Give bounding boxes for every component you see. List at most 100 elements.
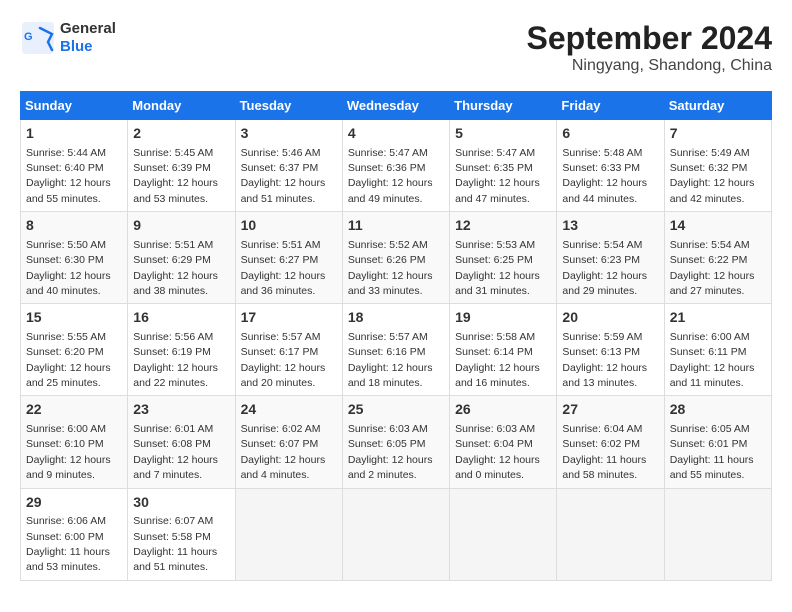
calendar-cell: 1 Sunrise: 5:44 AMSunset: 6:40 PMDayligh… (21, 120, 128, 212)
day-info: Sunrise: 5:44 AMSunset: 6:40 PMDaylight:… (26, 147, 111, 205)
calendar-cell: 20 Sunrise: 5:59 AMSunset: 6:13 PMDaylig… (557, 304, 664, 396)
day-info: Sunrise: 5:47 AMSunset: 6:35 PMDaylight:… (455, 147, 540, 205)
calendar-cell: 18 Sunrise: 5:57 AMSunset: 6:16 PMDaylig… (342, 304, 449, 396)
day-number: 27 (562, 400, 658, 420)
day-info: Sunrise: 6:03 AMSunset: 6:05 PMDaylight:… (348, 423, 433, 481)
calendar-cell: 10 Sunrise: 5:51 AMSunset: 6:27 PMDaylig… (235, 212, 342, 304)
calendar-cell: 29 Sunrise: 6:06 AMSunset: 6:00 PMDaylig… (21, 488, 128, 580)
calendar-cell: 28 Sunrise: 6:05 AMSunset: 6:01 PMDaylig… (664, 396, 771, 488)
calendar-cell: 22 Sunrise: 6:00 AMSunset: 6:10 PMDaylig… (21, 396, 128, 488)
calendar-cell (557, 488, 664, 580)
month-title: September 2024 (527, 20, 772, 57)
day-info: Sunrise: 5:45 AMSunset: 6:39 PMDaylight:… (133, 147, 218, 205)
day-number: 30 (133, 493, 229, 513)
day-number: 6 (562, 124, 658, 144)
calendar-week-row: 8 Sunrise: 5:50 AMSunset: 6:30 PMDayligh… (21, 212, 772, 304)
weekday-header-thursday: Thursday (450, 92, 557, 120)
day-number: 26 (455, 400, 551, 420)
calendar-cell: 13 Sunrise: 5:54 AMSunset: 6:23 PMDaylig… (557, 212, 664, 304)
day-info: Sunrise: 5:51 AMSunset: 6:29 PMDaylight:… (133, 239, 218, 297)
day-number: 19 (455, 308, 551, 328)
calendar-week-row: 29 Sunrise: 6:06 AMSunset: 6:00 PMDaylig… (21, 488, 772, 580)
logo-icon: G (20, 20, 56, 56)
calendar-cell: 17 Sunrise: 5:57 AMSunset: 6:17 PMDaylig… (235, 304, 342, 396)
weekday-header-monday: Monday (128, 92, 235, 120)
weekday-header-wednesday: Wednesday (342, 92, 449, 120)
calendar-week-row: 15 Sunrise: 5:55 AMSunset: 6:20 PMDaylig… (21, 304, 772, 396)
calendar-cell (664, 488, 771, 580)
day-info: Sunrise: 6:00 AMSunset: 6:10 PMDaylight:… (26, 423, 111, 481)
calendar-cell: 7 Sunrise: 5:49 AMSunset: 6:32 PMDayligh… (664, 120, 771, 212)
calendar-cell: 4 Sunrise: 5:47 AMSunset: 6:36 PMDayligh… (342, 120, 449, 212)
day-number: 21 (670, 308, 766, 328)
day-number: 4 (348, 124, 444, 144)
svg-text:G: G (24, 31, 33, 43)
day-number: 14 (670, 216, 766, 236)
calendar-week-row: 22 Sunrise: 6:00 AMSunset: 6:10 PMDaylig… (21, 396, 772, 488)
day-info: Sunrise: 6:00 AMSunset: 6:11 PMDaylight:… (670, 331, 755, 389)
weekday-header-saturday: Saturday (664, 92, 771, 120)
day-number: 13 (562, 216, 658, 236)
day-info: Sunrise: 5:51 AMSunset: 6:27 PMDaylight:… (241, 239, 326, 297)
day-number: 7 (670, 124, 766, 144)
day-number: 29 (26, 493, 122, 513)
day-info: Sunrise: 6:05 AMSunset: 6:01 PMDaylight:… (670, 423, 754, 481)
calendar-cell (450, 488, 557, 580)
day-number: 20 (562, 308, 658, 328)
day-info: Sunrise: 6:01 AMSunset: 6:08 PMDaylight:… (133, 423, 218, 481)
day-info: Sunrise: 5:54 AMSunset: 6:22 PMDaylight:… (670, 239, 755, 297)
calendar-cell: 26 Sunrise: 6:03 AMSunset: 6:04 PMDaylig… (450, 396, 557, 488)
day-number: 1 (26, 124, 122, 144)
day-info: Sunrise: 6:06 AMSunset: 6:00 PMDaylight:… (26, 515, 110, 573)
calendar-cell: 16 Sunrise: 5:56 AMSunset: 6:19 PMDaylig… (128, 304, 235, 396)
day-info: Sunrise: 6:03 AMSunset: 6:04 PMDaylight:… (455, 423, 540, 481)
day-number: 28 (670, 400, 766, 420)
day-info: Sunrise: 5:54 AMSunset: 6:23 PMDaylight:… (562, 239, 647, 297)
day-number: 2 (133, 124, 229, 144)
calendar-cell (342, 488, 449, 580)
calendar-table: SundayMondayTuesdayWednesdayThursdayFrid… (20, 91, 772, 581)
location-title: Ningyang, Shandong, China (527, 57, 772, 75)
logo: G GeneralBlue (20, 20, 116, 56)
day-number: 18 (348, 308, 444, 328)
calendar-cell: 6 Sunrise: 5:48 AMSunset: 6:33 PMDayligh… (557, 120, 664, 212)
calendar-cell: 2 Sunrise: 5:45 AMSunset: 6:39 PMDayligh… (128, 120, 235, 212)
day-number: 3 (241, 124, 337, 144)
weekday-header-sunday: Sunday (21, 92, 128, 120)
day-number: 11 (348, 216, 444, 236)
page-header: G GeneralBlue September 2024 Ningyang, S… (20, 20, 772, 75)
day-info: Sunrise: 5:56 AMSunset: 6:19 PMDaylight:… (133, 331, 218, 389)
calendar-cell: 19 Sunrise: 5:58 AMSunset: 6:14 PMDaylig… (450, 304, 557, 396)
day-info: Sunrise: 5:52 AMSunset: 6:26 PMDaylight:… (348, 239, 433, 297)
weekday-header-tuesday: Tuesday (235, 92, 342, 120)
day-info: Sunrise: 5:57 AMSunset: 6:17 PMDaylight:… (241, 331, 326, 389)
day-number: 23 (133, 400, 229, 420)
calendar-cell: 14 Sunrise: 5:54 AMSunset: 6:22 PMDaylig… (664, 212, 771, 304)
day-info: Sunrise: 5:53 AMSunset: 6:25 PMDaylight:… (455, 239, 540, 297)
calendar-week-row: 1 Sunrise: 5:44 AMSunset: 6:40 PMDayligh… (21, 120, 772, 212)
day-number: 17 (241, 308, 337, 328)
day-number: 5 (455, 124, 551, 144)
calendar-cell: 11 Sunrise: 5:52 AMSunset: 6:26 PMDaylig… (342, 212, 449, 304)
calendar-cell: 12 Sunrise: 5:53 AMSunset: 6:25 PMDaylig… (450, 212, 557, 304)
calendar-cell: 9 Sunrise: 5:51 AMSunset: 6:29 PMDayligh… (128, 212, 235, 304)
day-number: 16 (133, 308, 229, 328)
calendar-cell: 21 Sunrise: 6:00 AMSunset: 6:11 PMDaylig… (664, 304, 771, 396)
calendar-cell: 5 Sunrise: 5:47 AMSunset: 6:35 PMDayligh… (450, 120, 557, 212)
calendar-cell: 24 Sunrise: 6:02 AMSunset: 6:07 PMDaylig… (235, 396, 342, 488)
calendar-cell: 15 Sunrise: 5:55 AMSunset: 6:20 PMDaylig… (21, 304, 128, 396)
calendar-cell: 30 Sunrise: 6:07 AMSunset: 5:58 PMDaylig… (128, 488, 235, 580)
day-info: Sunrise: 6:02 AMSunset: 6:07 PMDaylight:… (241, 423, 326, 481)
title-block: September 2024 Ningyang, Shandong, China (527, 20, 772, 75)
day-info: Sunrise: 5:49 AMSunset: 6:32 PMDaylight:… (670, 147, 755, 205)
day-info: Sunrise: 6:07 AMSunset: 5:58 PMDaylight:… (133, 515, 217, 573)
day-number: 15 (26, 308, 122, 328)
day-number: 9 (133, 216, 229, 236)
day-info: Sunrise: 5:47 AMSunset: 6:36 PMDaylight:… (348, 147, 433, 205)
day-info: Sunrise: 5:59 AMSunset: 6:13 PMDaylight:… (562, 331, 647, 389)
weekday-header-friday: Friday (557, 92, 664, 120)
day-number: 12 (455, 216, 551, 236)
calendar-cell: 3 Sunrise: 5:46 AMSunset: 6:37 PMDayligh… (235, 120, 342, 212)
day-info: Sunrise: 5:55 AMSunset: 6:20 PMDaylight:… (26, 331, 111, 389)
day-number: 10 (241, 216, 337, 236)
